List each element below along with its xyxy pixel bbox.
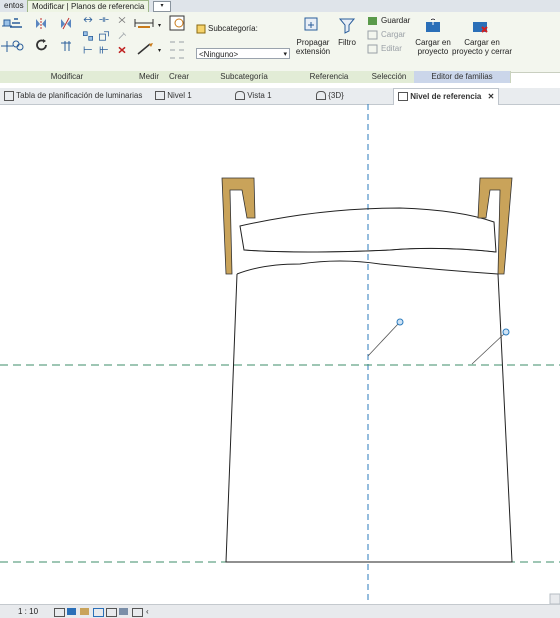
create-family-icon[interactable]: [169, 15, 187, 33]
measure-dropdown-icon[interactable]: ▾: [158, 22, 161, 29]
extend-multiple-icon[interactable]: [98, 45, 110, 55]
view-tab-label: {3D}: [328, 91, 344, 100]
scale-icon[interactable]: [98, 31, 110, 41]
view-tab-3d[interactable]: {3D}: [316, 88, 344, 104]
filter-button[interactable]: Filtro: [334, 38, 360, 47]
save-selection-button[interactable]: Guardar: [381, 16, 410, 25]
panel-crear: Crear: [164, 71, 195, 83]
lampshade-band-edge: [243, 248, 497, 253]
view-tab-nivel-1[interactable]: Nivel 1: [155, 88, 192, 104]
grip-handle[interactable]: [396, 318, 404, 326]
grip-handle[interactable]: [502, 328, 510, 336]
plan-view-icon: [398, 92, 408, 102]
view-tab-vista-1[interactable]: Vista 1: [235, 88, 272, 104]
create-group-icon[interactable]: [169, 40, 185, 60]
view-tab-nivel-referencia[interactable]: Nivel de referencia ✕: [393, 88, 500, 105]
ribbon-tab-partial[interactable]: entos: [0, 0, 28, 12]
close-icon[interactable]: ✕: [488, 92, 495, 101]
detail-level-icon[interactable]: [54, 608, 65, 617]
shadows-icon[interactable]: [93, 608, 104, 617]
delete-icon[interactable]: [116, 45, 128, 55]
crop-view-icon[interactable]: [106, 608, 117, 617]
load-selection-icon[interactable]: [367, 30, 378, 40]
load-into-project-button[interactable]: Cargar en proyecto: [414, 38, 452, 56]
trim-icon[interactable]: [59, 39, 73, 52]
visual-style-icon[interactable]: [67, 608, 76, 615]
save-selection-icon[interactable]: [367, 16, 378, 26]
load-and-close-icon[interactable]: [471, 16, 489, 34]
left-hook-bracket[interactable]: [221, 177, 256, 275]
view-icon: [235, 91, 245, 101]
view-tab-label: Tabla de planificación de luminarias: [16, 91, 143, 100]
mirror-axis-icon[interactable]: [34, 17, 48, 30]
panel-seleccion: Selección: [364, 71, 415, 83]
panel-referencia: Referencia: [294, 71, 365, 83]
edit-selection-button[interactable]: Editar: [381, 44, 402, 53]
edit-selection-icon[interactable]: [367, 44, 378, 54]
sun-path-icon[interactable]: [80, 608, 89, 615]
load-into-project-icon[interactable]: [424, 16, 442, 34]
split-gap-icon[interactable]: [98, 15, 110, 25]
offset-icon[interactable]: [9, 17, 23, 30]
panel-subcategoria: Subcategoría: [194, 71, 295, 83]
dimension-dropdown-icon[interactable]: ▾: [158, 47, 161, 54]
view-tab-label: Nivel 1: [167, 91, 192, 100]
unpin-icon[interactable]: [116, 31, 128, 41]
propagate-extents-button[interactable]: Propagar extensión: [292, 38, 334, 56]
scrollbar-corner[interactable]: [549, 593, 560, 604]
panel-medir: Medir: [134, 71, 165, 83]
temp-hide-icon[interactable]: [132, 608, 143, 617]
view-tab-label: Vista 1: [247, 91, 272, 100]
load-and-close-button[interactable]: Cargar en proyecto y cerrar: [452, 38, 512, 56]
load-selection-button[interactable]: Cargar: [381, 30, 405, 39]
panel-modificar: Modificar: [0, 71, 135, 83]
filter-icon[interactable]: [338, 16, 356, 34]
ribbon: Modificar ▾ ▾ Medir Crear Subcategoría: …: [0, 12, 560, 83]
subcategory-icon: [196, 24, 206, 34]
leader-line: [367, 323, 399, 357]
subcategory-label: Subcategoría:: [208, 24, 258, 33]
view-tab-bar: Tabla de planificación de luminarias Niv…: [0, 88, 560, 105]
rotate-icon[interactable]: [35, 39, 49, 52]
chevron-down-icon: ▾: [283, 51, 287, 58]
extend-icon[interactable]: [82, 45, 94, 55]
view-control-bar: 1 : 10 ‹: [0, 604, 560, 618]
view-tab-label: Nivel de referencia: [410, 92, 482, 101]
schedule-icon: [4, 90, 14, 101]
ribbon-options-dropdown[interactable]: ▾: [153, 1, 171, 12]
plan-view-icon: [155, 91, 165, 101]
propagate-extents-icon[interactable]: [303, 16, 321, 34]
lampshade-body[interactable]: [225, 273, 513, 563]
subcategory-value: <Ninguno>: [199, 50, 239, 59]
measure-icon[interactable]: [134, 17, 154, 30]
right-hook-bracket[interactable]: [477, 177, 513, 275]
3d-view-icon: [316, 91, 326, 101]
chevron-left-icon[interactable]: ‹: [146, 605, 149, 618]
mirror-draw-icon[interactable]: [59, 17, 73, 30]
copy-icon[interactable]: [11, 39, 25, 52]
drawing-canvas[interactable]: [0, 104, 560, 604]
subcategory-select[interactable]: <Ninguno> ▾: [196, 48, 290, 59]
array-icon[interactable]: [82, 31, 94, 41]
pin-icon[interactable]: [116, 15, 128, 25]
split-icon[interactable]: [82, 15, 94, 25]
show-crop-icon[interactable]: [119, 608, 128, 615]
panel-editor-familias: Editor de familias: [414, 71, 511, 83]
view-tab-schedule[interactable]: Tabla de planificación de luminarias: [4, 88, 142, 104]
leader-line: [471, 333, 505, 365]
dimension-icon[interactable]: [136, 42, 156, 55]
view-scale[interactable]: 1 : 10: [18, 605, 38, 618]
